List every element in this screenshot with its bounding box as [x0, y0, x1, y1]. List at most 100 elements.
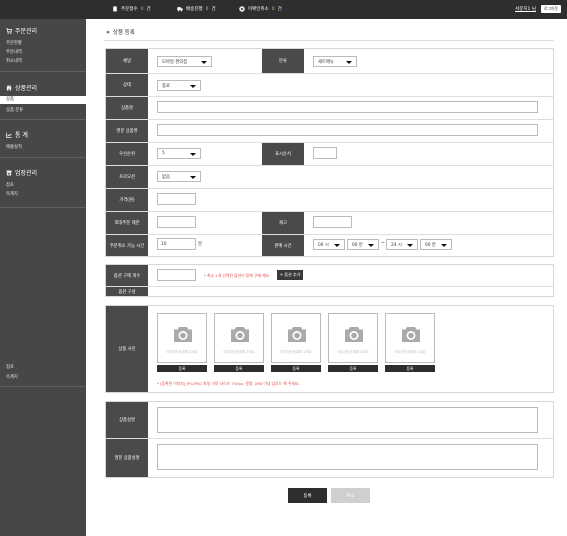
sidebar: 주문관리 주문현황 주문내역 취소내역 상품관리 상품 상품 분류 통 계 매출… [0, 19, 86, 536]
photo-register-button-2[interactable]: 등록 [214, 365, 264, 372]
promotion-label: 프로모션 [106, 166, 148, 188]
photo-placeholder: 이미지를 등록해 주세요 [280, 350, 312, 354]
stock-input[interactable] [313, 216, 352, 228]
priority-select[interactable]: 5 [157, 148, 201, 159]
add-option-button[interactable]: + 옵션 추가 [277, 270, 303, 280]
sidebar-section-orders[interactable]: 주문관리 [6, 26, 37, 35]
name-en-input[interactable] [157, 124, 538, 136]
shop-icon [6, 170, 12, 175]
stat-value: 0 [205, 6, 209, 12]
status-label: 상태 [106, 74, 148, 96]
camera-icon [288, 327, 306, 342]
option-count-input[interactable] [157, 269, 196, 281]
promotion-select[interactable]: 없음 [157, 171, 201, 182]
sidebar-item-sales[interactable]: 매출실적 [6, 144, 22, 150]
price-input[interactable] [157, 193, 196, 205]
sidebar-divider [0, 119, 86, 120]
row-divider [106, 286, 553, 287]
photo-register-button-4[interactable]: 등록 [328, 365, 378, 372]
sidebar-section-products[interactable]: 상품관리 [6, 83, 37, 92]
display-order-label: 표시순서 [262, 143, 304, 165]
chevron-down-icon [407, 243, 413, 247]
truck-icon [177, 7, 183, 12]
row-divider [106, 119, 553, 120]
priority-label: 우선순위 [106, 143, 148, 165]
photo-register-button-1[interactable]: 등록 [157, 365, 207, 372]
sidebar-section-stores[interactable]: 업장관리 [6, 168, 37, 177]
stat-label: 미확인취소 [248, 7, 269, 12]
page-title-text: 상품 등록 [112, 30, 135, 36]
page-title: » 상품 등록 [106, 28, 135, 37]
chevron-down-icon [334, 243, 340, 247]
sidebar-item-product[interactable]: 상품 [0, 96, 86, 104]
row-divider [106, 142, 553, 143]
sidebar-section-stats[interactable]: 통 계 [6, 130, 28, 139]
photo-slot-3[interactable]: 이미지를 등록해 주세요 [271, 313, 321, 363]
sidebar-divider [0, 386, 86, 387]
row-divider [106, 73, 553, 74]
photo-placeholder: 이미지를 등록해 주세요 [166, 350, 198, 354]
photos-label: 상품 사진 [106, 306, 148, 392]
sidebar-section-title: 업장관리 [15, 170, 38, 177]
stat-unconfirmed-cancel[interactable]: 미확인취소 0 건 [239, 6, 282, 12]
sidebar-item-location-bottom[interactable]: 옥계지 [6, 374, 18, 380]
display-order-input[interactable] [313, 147, 337, 159]
photo-slot-1[interactable]: 이미지를 등록해 주세요 [157, 313, 207, 363]
sidebar-divider [0, 207, 86, 208]
photo-slot-4[interactable]: 이미지를 등록해 주세요 [328, 313, 378, 363]
stat-unit: 건 [277, 7, 282, 12]
time-range-separator: ~ [381, 241, 385, 246]
description-label: 상품설명 [106, 402, 148, 438]
name-input[interactable] [157, 101, 538, 113]
status-select[interactable]: 종료 [157, 80, 201, 91]
sale-start-min-select[interactable]: 00 분 [347, 239, 379, 250]
minute-unit: 분 [198, 242, 203, 247]
sidebar-item-product-category[interactable]: 상품 분류 [6, 107, 23, 113]
sale-start-hour-select[interactable]: 00 시 [313, 239, 345, 250]
chevron-down-icon [190, 152, 196, 156]
description-en-textarea[interactable] [157, 444, 538, 470]
photo-register-button-3[interactable]: 등록 [271, 365, 321, 372]
photo-register-button-5[interactable]: 등록 [385, 365, 435, 372]
row-divider [106, 211, 553, 212]
stat-value: 0 [140, 6, 144, 12]
camera-icon [345, 327, 363, 342]
row-divider [106, 188, 553, 189]
stat-orders[interactable]: 주문접수 0 건 [112, 6, 151, 12]
sidebar-item-store-bottom[interactable]: 점포 [6, 364, 14, 370]
name-label: 상품명 [106, 97, 148, 119]
chevron-down-icon [346, 60, 352, 64]
sidebar-section-title: 통 계 [15, 132, 28, 139]
description-textarea[interactable] [157, 407, 538, 433]
submit-button[interactable]: 등록 [288, 488, 327, 503]
sidebar-item-order-status[interactable]: 주문현황 [6, 40, 22, 46]
sidebar-item-store-location[interactable]: 옥계지 [6, 191, 18, 197]
cancel-time-input[interactable]: 10 [157, 238, 196, 250]
sidebar-item-order-history[interactable]: 주문내역 [6, 49, 22, 55]
photo-slot-2[interactable]: 이미지를 등록해 주세요 [214, 313, 264, 363]
photo-placeholder: 이미지를 등록해 주세요 [223, 350, 255, 354]
row-divider [106, 234, 553, 235]
cancel-button[interactable]: 취소 [331, 488, 370, 503]
max-order-input[interactable] [157, 216, 196, 228]
photo-placeholder: 이미지를 등록해 주세요 [394, 350, 426, 354]
sale-time-label: 판매 시간 [262, 235, 304, 256]
logout-button[interactable]: 로그아웃 [541, 5, 561, 13]
stat-unit: 건 [146, 7, 151, 12]
category-select[interactable]: 세트메뉴 [313, 56, 357, 67]
stat-label: 배송진행 [186, 7, 203, 12]
photo-slot-5[interactable]: 이미지를 등록해 주세요 [385, 313, 435, 363]
channel-select[interactable]: 모바일 편의점 [157, 56, 212, 67]
chevron-down-icon [190, 84, 196, 88]
sale-end-min-select[interactable]: 00 분 [420, 239, 452, 250]
row-divider [106, 96, 553, 97]
row-divider [106, 165, 553, 166]
chevron-down-icon [190, 175, 196, 179]
option-count-label: 옵션 구매 개수 [106, 265, 148, 286]
sale-end-hour-select[interactable]: 24 시 [386, 239, 418, 250]
sidebar-item-cancel-history[interactable]: 취소내역 [6, 58, 22, 64]
sidebar-item-store[interactable]: 점포 [6, 182, 14, 188]
cart-icon [6, 27, 12, 34]
stat-shipping[interactable]: 배송진행 0 건 [177, 6, 216, 12]
user-link[interactable]: 서문지1 님 [515, 6, 536, 12]
